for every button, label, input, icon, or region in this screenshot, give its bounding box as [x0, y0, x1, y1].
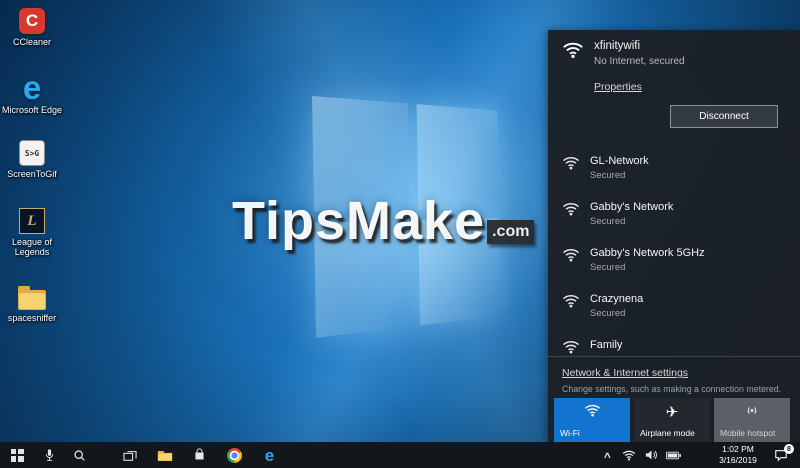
- network-ssid: Gabby's Network 5GHz: [590, 247, 705, 259]
- microphone-icon: [43, 448, 56, 463]
- task-view-icon: [123, 449, 137, 462]
- network-list: GL-Network Secured Gabby's Network Secur…: [548, 148, 800, 356]
- search-icon: [73, 449, 86, 462]
- network-ssid: Family: [590, 339, 622, 351]
- tray-battery-button[interactable]: [662, 442, 684, 468]
- network-item[interactable]: Family: [548, 332, 800, 356]
- network-ssid: GL-Network: [590, 155, 649, 167]
- watermark-suffix: .com: [487, 220, 534, 244]
- watermark: TipsMake .com: [232, 190, 534, 252]
- file-explorer-icon: [157, 449, 173, 462]
- network-ssid: Gabby's Network: [590, 201, 673, 213]
- ccleaner-icon: C: [19, 8, 45, 34]
- flyout-footer: Network & Internet settings Change setti…: [548, 357, 800, 393]
- task-view-button[interactable]: [112, 442, 147, 468]
- wifi-quick-action[interactable]: Wi-Fi: [554, 398, 630, 442]
- file-explorer-button[interactable]: [147, 442, 182, 468]
- desktop-icon-ccleaner[interactable]: C CCleaner: [0, 8, 64, 47]
- wifi-flyout-panel: xfinitywifi No Internet, secured Propert…: [548, 30, 800, 442]
- wifi-icon: [562, 201, 580, 216]
- tray-network-button[interactable]: [618, 442, 640, 468]
- desktop-icon-label: ScreenToGif: [7, 169, 57, 179]
- store-icon: [193, 448, 206, 462]
- airplane-mode-quick-action[interactable]: ✈ Airplane mode: [634, 398, 710, 442]
- desktop-icon-screentogif[interactable]: S>G ScreenToGif: [0, 140, 64, 179]
- store-button[interactable]: [182, 442, 217, 468]
- connected-network-item[interactable]: xfinitywifi No Internet, secured Propert…: [548, 30, 800, 148]
- wifi-icon: [622, 449, 636, 461]
- settings-hint: Change settings, such as making a connec…: [562, 384, 788, 394]
- desktop-icon-spacesniffer[interactable]: spacesniffer: [0, 284, 64, 323]
- notification-badge: 8: [784, 444, 794, 454]
- screentogif-icon: S>G: [19, 140, 45, 166]
- quick-action-label: Airplane mode: [640, 429, 695, 439]
- edge-icon: e: [23, 74, 41, 102]
- edge-button[interactable]: e: [252, 442, 287, 468]
- clock-date: 3/16/2019: [710, 455, 766, 466]
- windows-desktop-screen: TipsMake .com C CCleaner e Microsoft Edg…: [0, 0, 800, 468]
- league-of-legends-icon: L: [19, 208, 45, 234]
- wifi-icon: [562, 40, 584, 59]
- wifi-icon: [562, 293, 580, 308]
- edge-icon: e: [265, 447, 274, 464]
- windows-start-icon: [11, 449, 24, 462]
- hidden-icons-button[interactable]: ∧: [596, 442, 618, 468]
- chrome-icon: [227, 448, 242, 463]
- desktop-icon-label: spacesniffer: [8, 313, 56, 323]
- desktop-icon-label: Microsoft Edge: [2, 105, 62, 115]
- network-status: Secured: [590, 308, 643, 319]
- network-ssid: Crazynena: [590, 293, 643, 305]
- desktop-icon-label: CCleaner: [13, 37, 51, 47]
- battery-icon: [666, 451, 681, 460]
- wifi-icon: [584, 403, 601, 442]
- mobile-hotspot-quick-action[interactable]: Mobile hotspot: [714, 398, 790, 442]
- wifi-icon: [562, 155, 580, 170]
- quick-actions: Wi-Fi ✈ Airplane mode Mobile hotspot: [548, 398, 800, 442]
- chrome-button[interactable]: [217, 442, 252, 468]
- connected-status: No Internet, secured: [594, 56, 685, 67]
- desktop-icon-microsoft-edge[interactable]: e Microsoft Edge: [0, 74, 64, 115]
- microphone-button[interactable]: [34, 442, 64, 468]
- properties-link[interactable]: Properties: [594, 81, 642, 93]
- quick-action-label: Wi-Fi: [560, 429, 580, 439]
- network-status: Secured: [590, 262, 705, 273]
- start-button[interactable]: [0, 442, 34, 468]
- desktop-icon-label: League of Legends: [1, 237, 63, 258]
- system-tray: ∧ 1:02 PM 3/16/2019 8: [596, 442, 800, 468]
- clock-time: 1:02 PM: [710, 444, 766, 455]
- volume-icon: [645, 449, 658, 461]
- network-item[interactable]: Gabby's Network 5GHz Secured: [548, 240, 800, 286]
- network-settings-link[interactable]: Network & Internet settings: [562, 367, 688, 379]
- hidden-icons-caret: ∧: [602, 450, 612, 461]
- wifi-icon: [562, 339, 580, 354]
- tray-volume-button[interactable]: [640, 442, 662, 468]
- search-button[interactable]: [64, 442, 94, 468]
- network-item[interactable]: Gabby's Network Secured: [548, 194, 800, 240]
- connected-ssid: xfinitywifi: [594, 40, 685, 52]
- watermark-text: TipsMake: [232, 190, 485, 252]
- taskbar-clock[interactable]: 1:02 PM 3/16/2019: [710, 444, 766, 466]
- network-item[interactable]: Crazynena Secured: [548, 286, 800, 332]
- disconnect-button[interactable]: Disconnect: [670, 105, 778, 128]
- taskbar: e ∧ 1:02 PM 3/16/2019 8: [0, 442, 800, 468]
- network-status: Secured: [590, 216, 673, 227]
- network-status: Secured: [590, 170, 649, 181]
- quick-action-label: Mobile hotspot: [720, 429, 775, 439]
- folder-icon: [18, 290, 46, 310]
- action-center-button[interactable]: 8: [766, 442, 796, 468]
- desktop-icon-league-of-legends[interactable]: L League of Legends: [0, 208, 64, 258]
- wifi-icon: [562, 247, 580, 262]
- network-item[interactable]: GL-Network Secured: [548, 148, 800, 194]
